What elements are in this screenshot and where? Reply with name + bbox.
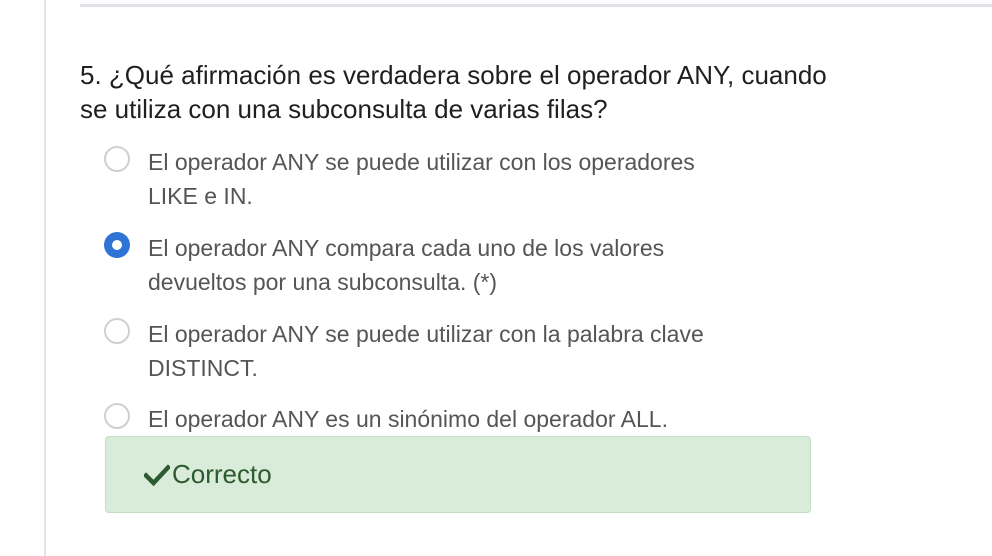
- content-left-border: [44, 0, 46, 556]
- radio-button-checked[interactable]: [104, 232, 130, 258]
- answer-option-line: El operador ANY es un sinónimo del opera…: [148, 406, 668, 432]
- answer-option-4[interactable]: El operador ANY es un sinónimo del opera…: [104, 403, 804, 436]
- answer-option-line: devueltos por una subconsulta. (*): [148, 269, 498, 295]
- answer-option-1[interactable]: El operador ANY se puede utilizar con lo…: [104, 146, 804, 213]
- radio-button-unchecked[interactable]: [104, 146, 130, 172]
- radio-button-unchecked[interactable]: [104, 318, 130, 344]
- section-divider: [80, 4, 992, 7]
- question-line-2: se utiliza con una subconsulta de varias…: [80, 94, 608, 124]
- answer-option-label: El operador ANY compara cada uno de los …: [148, 231, 664, 299]
- answer-option-line: El operador ANY se puede utilizar con la…: [148, 321, 704, 347]
- answer-option-label: El operador ANY se puede utilizar con lo…: [148, 145, 695, 213]
- check-icon: [144, 463, 170, 486]
- answer-option-line: El operador ANY compara cada uno de los …: [148, 235, 665, 261]
- radio-button-unchecked[interactable]: [104, 403, 130, 429]
- answer-option-label: El operador ANY es un sinónimo del opera…: [148, 402, 668, 436]
- answer-option-3[interactable]: El operador ANY se puede utilizar con la…: [104, 318, 804, 385]
- answer-option-line: El operador ANY se puede utilizar con lo…: [148, 149, 695, 175]
- question-text: 5. ¿Qué afirmación es verdadera sobre el…: [80, 58, 990, 126]
- feedback-correct-banner: Correcto: [105, 436, 811, 513]
- answer-option-2[interactable]: El operador ANY compara cada uno de los …: [104, 232, 804, 299]
- feedback-text: Correcto: [172, 459, 272, 489]
- question-line-1: 5. ¿Qué afirmación es verdadera sobre el…: [80, 60, 827, 90]
- answer-option-line: DISTINCT.: [148, 355, 258, 381]
- answer-option-line: LIKE e IN.: [148, 183, 253, 209]
- answer-option-label: El operador ANY se puede utilizar con la…: [148, 317, 704, 385]
